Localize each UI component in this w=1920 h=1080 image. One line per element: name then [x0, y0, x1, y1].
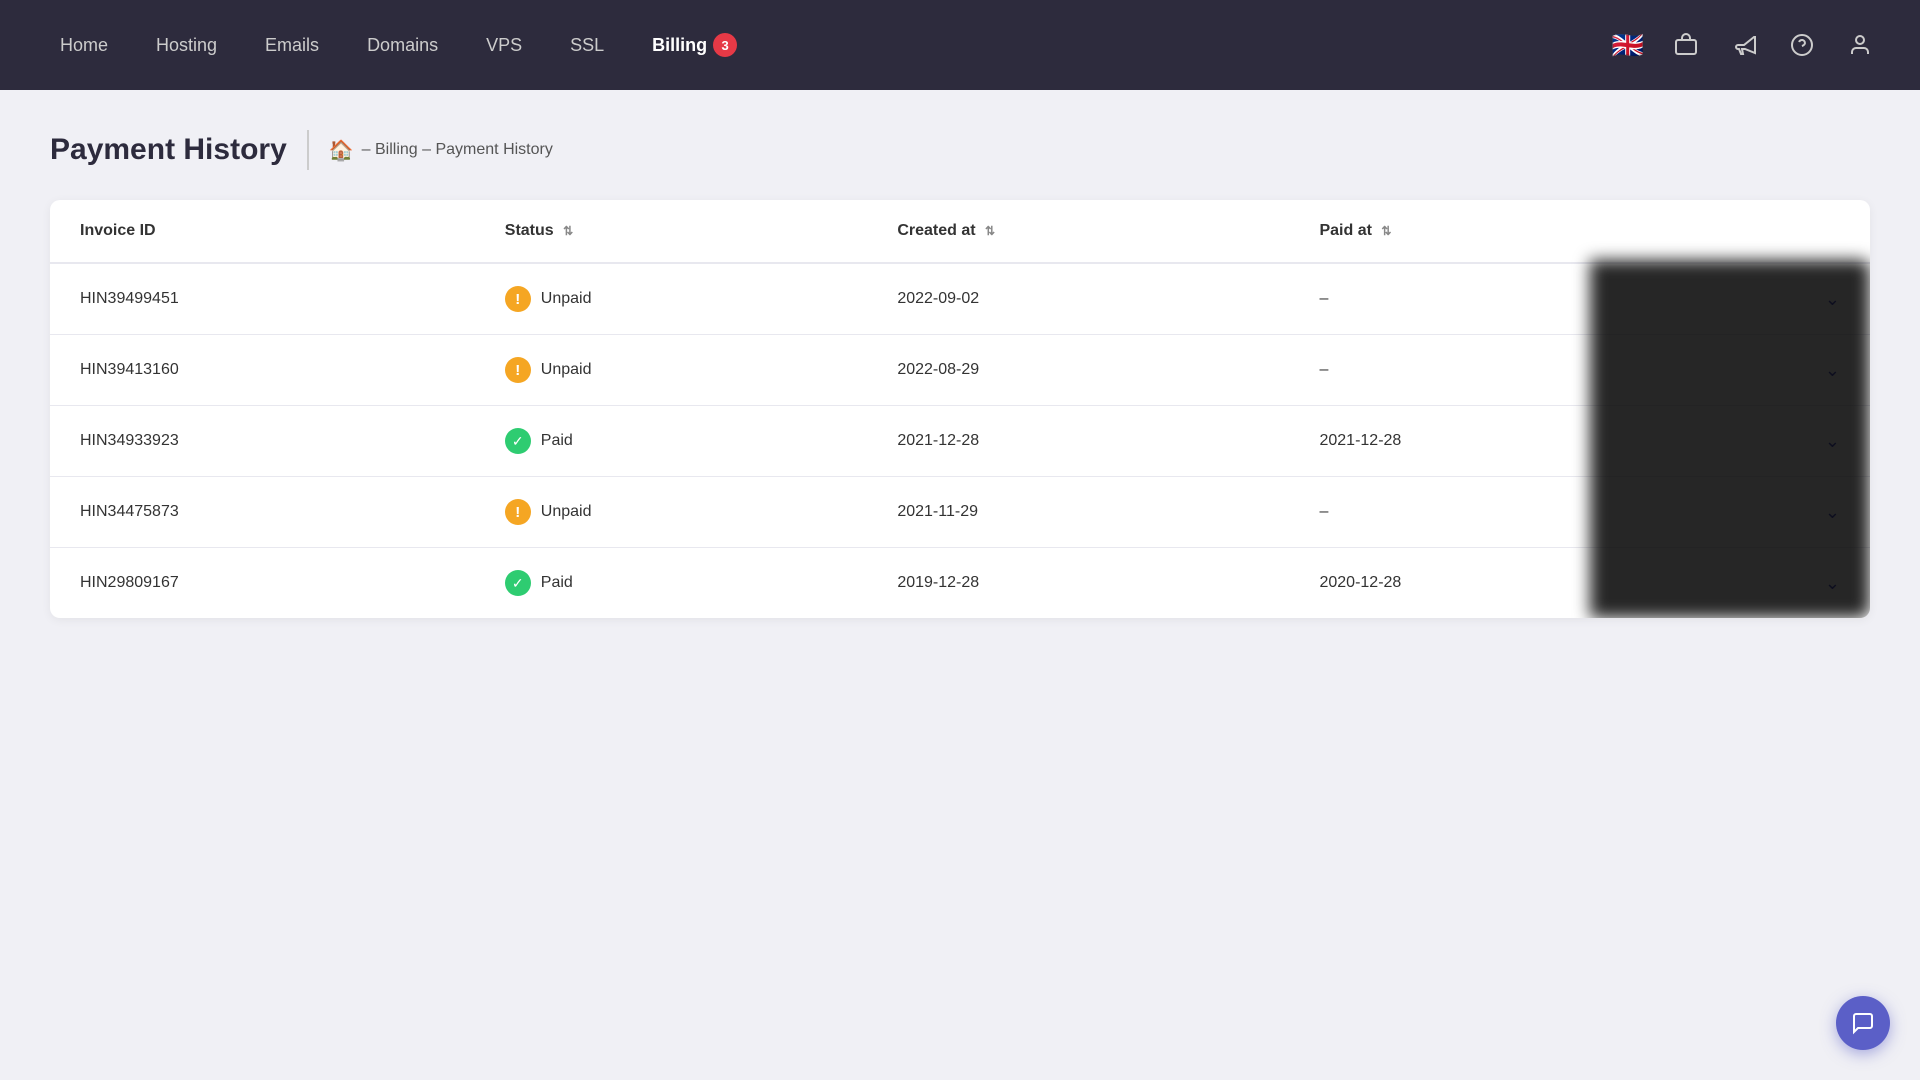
cell-action: ⌄: [1669, 548, 1870, 619]
col-invoice-id: Invoice ID: [50, 200, 475, 263]
table-header-row: Invoice ID Status ⇅ Created at ⇅ Paid at…: [50, 200, 1870, 263]
cell-status: ! Unpaid: [475, 263, 868, 335]
chevron-down-icon[interactable]: ⌄: [1825, 573, 1840, 593]
megaphone-icon[interactable]: [1724, 25, 1764, 65]
cell-invoice-id: HIN39413160: [50, 335, 475, 406]
paid-icon: ✓: [505, 570, 531, 596]
cell-status: ✓ Paid: [475, 548, 868, 619]
cell-action: ⌄: [1669, 263, 1870, 335]
cell-invoice-id: HIN34933923: [50, 406, 475, 477]
cell-created-at: 2021-11-29: [867, 477, 1289, 548]
col-status: Status ⇅: [475, 200, 868, 263]
breadcrumb-home-icon[interactable]: 🏠: [329, 138, 354, 163]
chevron-down-icon[interactable]: ⌄: [1825, 360, 1840, 380]
cell-status: ✓ Paid: [475, 406, 868, 477]
main-content: Payment History 🏠 – Billing – Payment Hi…: [0, 90, 1920, 658]
cell-action: ⌄: [1669, 406, 1870, 477]
table-row: HIN29809167 ✓ Paid 2019-12-282020-12-28 ⌄: [50, 548, 1870, 619]
col-actions: [1669, 200, 1870, 263]
paid-sort-icon[interactable]: ⇅: [1381, 224, 1391, 238]
payment-table-container: Invoice ID Status ⇅ Created at ⇅ Paid at…: [50, 200, 1870, 618]
header-divider: [307, 130, 309, 170]
nav-ssl[interactable]: SSL: [550, 27, 624, 64]
unpaid-icon: !: [505, 499, 531, 525]
billing-label: Billing: [652, 35, 707, 56]
cell-invoice-id: HIN34475873: [50, 477, 475, 548]
cell-created-at: 2021-12-28: [867, 406, 1289, 477]
nav-vps[interactable]: VPS: [466, 27, 542, 64]
unpaid-icon: !: [505, 357, 531, 383]
cell-status: ! Unpaid: [475, 477, 868, 548]
nav-home[interactable]: Home: [40, 27, 128, 64]
user-icon[interactable]: [1840, 25, 1880, 65]
status-text: Unpaid: [541, 503, 592, 521]
unpaid-icon: !: [505, 286, 531, 312]
nav-domains[interactable]: Domains: [347, 27, 458, 64]
flag-icon[interactable]: 🇬🇧: [1608, 25, 1648, 65]
help-icon[interactable]: [1782, 25, 1822, 65]
nav-billing[interactable]: Billing 3: [632, 25, 757, 65]
table-row: HIN39499451! Unpaid 2022-09-02– ⌄: [50, 263, 1870, 335]
chevron-down-icon[interactable]: ⌄: [1825, 289, 1840, 309]
status-text: Unpaid: [541, 290, 592, 308]
col-created-at: Created at ⇅: [867, 200, 1289, 263]
col-paid-at: Paid at ⇅: [1289, 200, 1669, 263]
table-row: HIN34933923 ✓ Paid 2021-12-282021-12-28 ⌄: [50, 406, 1870, 477]
shop-icon[interactable]: [1666, 25, 1706, 65]
cell-paid-at: 2021-12-28: [1289, 406, 1669, 477]
nav-emails[interactable]: Emails: [245, 27, 339, 64]
cell-action: ⌄: [1669, 335, 1870, 406]
page-title: Payment History: [50, 133, 287, 167]
cell-paid-at: 2020-12-28: [1289, 548, 1669, 619]
cell-created-at: 2022-09-02: [867, 263, 1289, 335]
page-header: Payment History 🏠 – Billing – Payment Hi…: [50, 130, 1870, 170]
chevron-down-icon[interactable]: ⌄: [1825, 431, 1840, 451]
chat-button[interactable]: [1836, 996, 1890, 1050]
cell-created-at: 2019-12-28: [867, 548, 1289, 619]
nav-icons: 🇬🇧: [1608, 25, 1880, 65]
cell-paid-at: –: [1289, 263, 1669, 335]
nav-links: Home Hosting Emails Domains VPS SSL Bill…: [40, 25, 757, 65]
status-text: Paid: [541, 432, 573, 450]
cell-invoice-id: HIN39499451: [50, 263, 475, 335]
chevron-down-icon[interactable]: ⌄: [1825, 502, 1840, 522]
table-row: HIN39413160! Unpaid 2022-08-29– ⌄: [50, 335, 1870, 406]
payment-history-table: Invoice ID Status ⇅ Created at ⇅ Paid at…: [50, 200, 1870, 618]
table-row: HIN34475873! Unpaid 2021-11-29– ⌄: [50, 477, 1870, 548]
navbar: Home Hosting Emails Domains VPS SSL Bill…: [0, 0, 1920, 90]
nav-hosting[interactable]: Hosting: [136, 27, 237, 64]
billing-badge: 3: [713, 33, 737, 57]
breadcrumb: 🏠 – Billing – Payment History: [329, 138, 553, 163]
cell-action: ⌄: [1669, 477, 1870, 548]
status-text: Unpaid: [541, 361, 592, 379]
cell-paid-at: –: [1289, 335, 1669, 406]
paid-icon: ✓: [505, 428, 531, 454]
created-sort-icon[interactable]: ⇅: [985, 224, 995, 238]
status-sort-icon[interactable]: ⇅: [563, 224, 573, 238]
cell-paid-at: –: [1289, 477, 1669, 548]
cell-created-at: 2022-08-29: [867, 335, 1289, 406]
breadcrumb-path: – Billing – Payment History: [362, 141, 553, 159]
cell-status: ! Unpaid: [475, 335, 868, 406]
status-text: Paid: [541, 574, 573, 592]
cell-invoice-id: HIN29809167: [50, 548, 475, 619]
